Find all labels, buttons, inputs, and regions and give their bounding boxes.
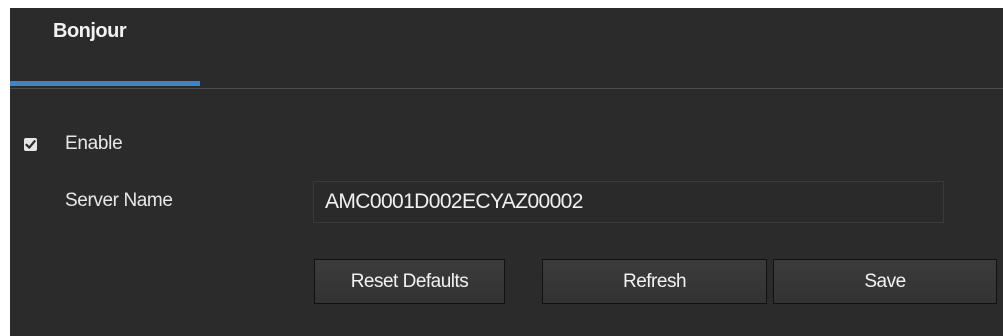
reset-defaults-button[interactable]: Reset Defaults — [314, 259, 505, 304]
tab-divider — [10, 88, 1003, 89]
save-button[interactable]: Save — [773, 259, 997, 304]
refresh-button[interactable]: Refresh — [542, 259, 767, 304]
enable-label: Enable — [65, 133, 123, 154]
bonjour-settings-panel: Bonjour Enable Server Name Reset Default… — [10, 8, 1003, 336]
tab-bonjour[interactable]: Bonjour — [10, 8, 200, 88]
checkmark-icon — [25, 139, 36, 149]
tab-bonjour-label: Bonjour — [53, 20, 127, 42]
active-tab-indicator — [10, 81, 200, 86]
tab-bar: Bonjour — [10, 8, 1003, 89]
enable-checkbox[interactable] — [24, 137, 37, 151]
server-name-label: Server Name — [65, 190, 173, 211]
enable-row[interactable]: Enable — [24, 130, 123, 158]
server-name-input[interactable] — [313, 181, 944, 223]
